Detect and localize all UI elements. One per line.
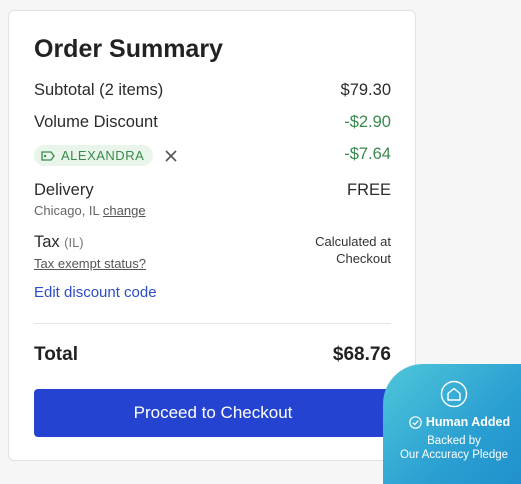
delivery-row: Delivery Chicago, IL change FREE — [34, 181, 391, 218]
proceed-to-checkout-button[interactable]: Proceed to Checkout — [34, 389, 392, 437]
badge-heading-text: Human Added — [425, 415, 511, 429]
change-location-link[interactable]: change — [103, 203, 146, 218]
check-circle-icon — [409, 415, 422, 429]
badge-line1: Backed by — [427, 435, 481, 447]
close-icon[interactable] — [163, 148, 179, 164]
badge-line2: Our Accuracy Pledge — [399, 449, 509, 461]
tax-region: (IL) — [64, 235, 84, 250]
subtotal-value: $79.30 — [340, 81, 391, 99]
tax-note: Calculated at Checkout — [315, 233, 391, 267]
tax-note-line2: Checkout — [336, 251, 391, 266]
total-value: $68.76 — [332, 344, 391, 365]
order-summary-card: Order Summary Subtotal (2 items) $79.30 … — [8, 10, 416, 461]
total-label: Total — [34, 344, 78, 365]
human-added-badge[interactable]: Human Added Backed by Our Accuracy Pledg… — [383, 364, 521, 484]
coupon-wrapper: ALEXANDRA — [34, 145, 179, 166]
order-summary-title: Order Summary — [34, 35, 223, 63]
tax-info: Tax (IL) Tax exempt status? — [34, 233, 146, 271]
coupon-discount-value: -$7.64 — [344, 145, 391, 163]
delivery-label: Delivery — [34, 181, 94, 199]
delivery-city: Chicago, IL — [34, 203, 100, 218]
coupon-row: ALEXANDRA -$7.64 — [34, 145, 391, 166]
subtotal-row: Subtotal (2 items) $79.30 — [34, 81, 391, 100]
tax-label: Tax — [34, 233, 60, 251]
delivery-location: Chicago, IL change — [34, 203, 146, 218]
coupon-code: ALEXANDRA — [61, 148, 145, 163]
tax-row: Tax (IL) Tax exempt status? Calculated a… — [34, 233, 391, 271]
subtotal-label: Subtotal (2 items) — [34, 81, 164, 99]
tax-note-line1: Calculated at — [315, 234, 391, 249]
delivery-value: FREE — [346, 181, 391, 199]
home-shield-icon — [440, 380, 468, 408]
volume-discount-value: -$2.90 — [344, 113, 391, 131]
delivery-info: Delivery Chicago, IL change — [34, 181, 146, 218]
volume-discount-label: Volume Discount — [34, 113, 158, 131]
tag-icon — [41, 150, 55, 161]
edit-discount-code-link[interactable]: Edit discount code — [34, 284, 157, 301]
total-row: Total $68.76 — [34, 344, 391, 366]
badge-heading: Human Added — [397, 415, 521, 429]
volume-discount-row: Volume Discount -$2.90 — [34, 113, 391, 132]
coupon-chip: ALEXANDRA — [34, 145, 154, 166]
tax-exempt-link[interactable]: Tax exempt status? — [34, 256, 146, 271]
divider — [34, 323, 391, 324]
badge-subtext: Backed by Our Accuracy Pledge — [389, 434, 519, 462]
